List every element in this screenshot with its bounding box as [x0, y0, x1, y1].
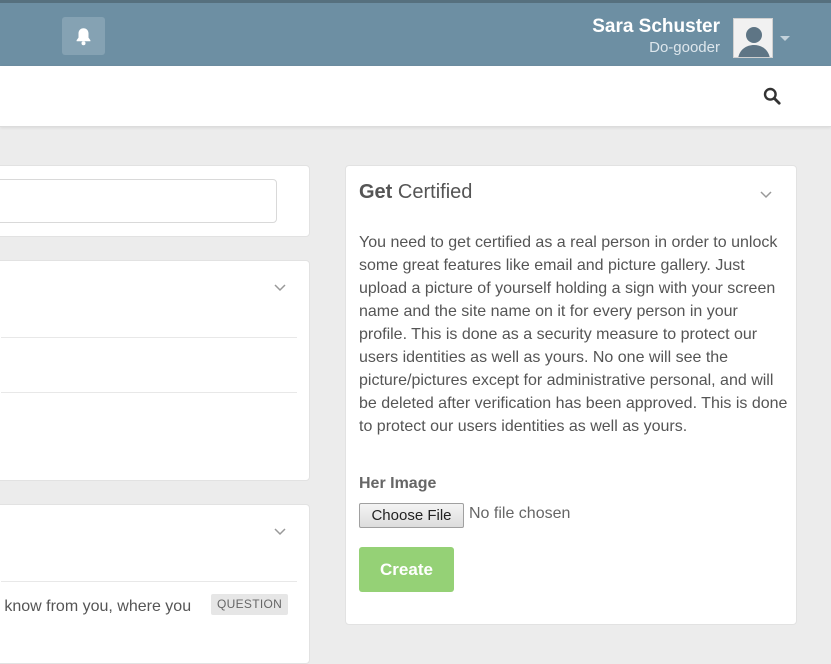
divider [1, 337, 297, 338]
post-input[interactable] [0, 179, 277, 223]
avatar[interactable] [733, 18, 773, 58]
left-input-panel [0, 165, 310, 237]
sub-bar [0, 66, 831, 127]
title-bold: Get [359, 181, 393, 203]
avatar-icon [734, 19, 772, 57]
bell-icon [76, 27, 91, 45]
search-button[interactable] [760, 84, 784, 108]
image-field-label: Her Image [359, 475, 437, 492]
user-name: Sara Schuster [592, 16, 720, 37]
left-questions-panel: o know from you, where you QUESTION [0, 504, 310, 664]
create-button[interactable]: Create [359, 547, 454, 592]
divider [1, 392, 297, 393]
chevron-down-icon[interactable] [273, 283, 287, 293]
panel-title: Get Certified [359, 181, 472, 204]
choose-file-button[interactable]: Choose File [359, 503, 464, 528]
left-collapsible-panel [0, 260, 310, 481]
top-bar: Sara Schuster Do-gooder [0, 0, 831, 66]
question-text[interactable]: o know from you, where you [0, 598, 191, 616]
user-info[interactable]: Sara Schuster Do-gooder [592, 16, 720, 58]
title-rest: Certified [397, 181, 473, 203]
certification-description: You need to get certified as a real pers… [359, 234, 788, 435]
search-icon [763, 87, 781, 105]
file-status: No file chosen [469, 505, 571, 522]
caret-down-icon[interactable] [780, 36, 790, 41]
notifications-button[interactable] [62, 17, 105, 55]
get-certified-panel: Get Certified You need to get certified … [345, 165, 797, 625]
user-role: Do-gooder [649, 39, 720, 56]
chevron-down-icon[interactable] [759, 190, 773, 200]
question-badge: QUESTION [211, 594, 289, 615]
divider [1, 581, 297, 582]
chevron-down-icon[interactable] [273, 527, 287, 537]
